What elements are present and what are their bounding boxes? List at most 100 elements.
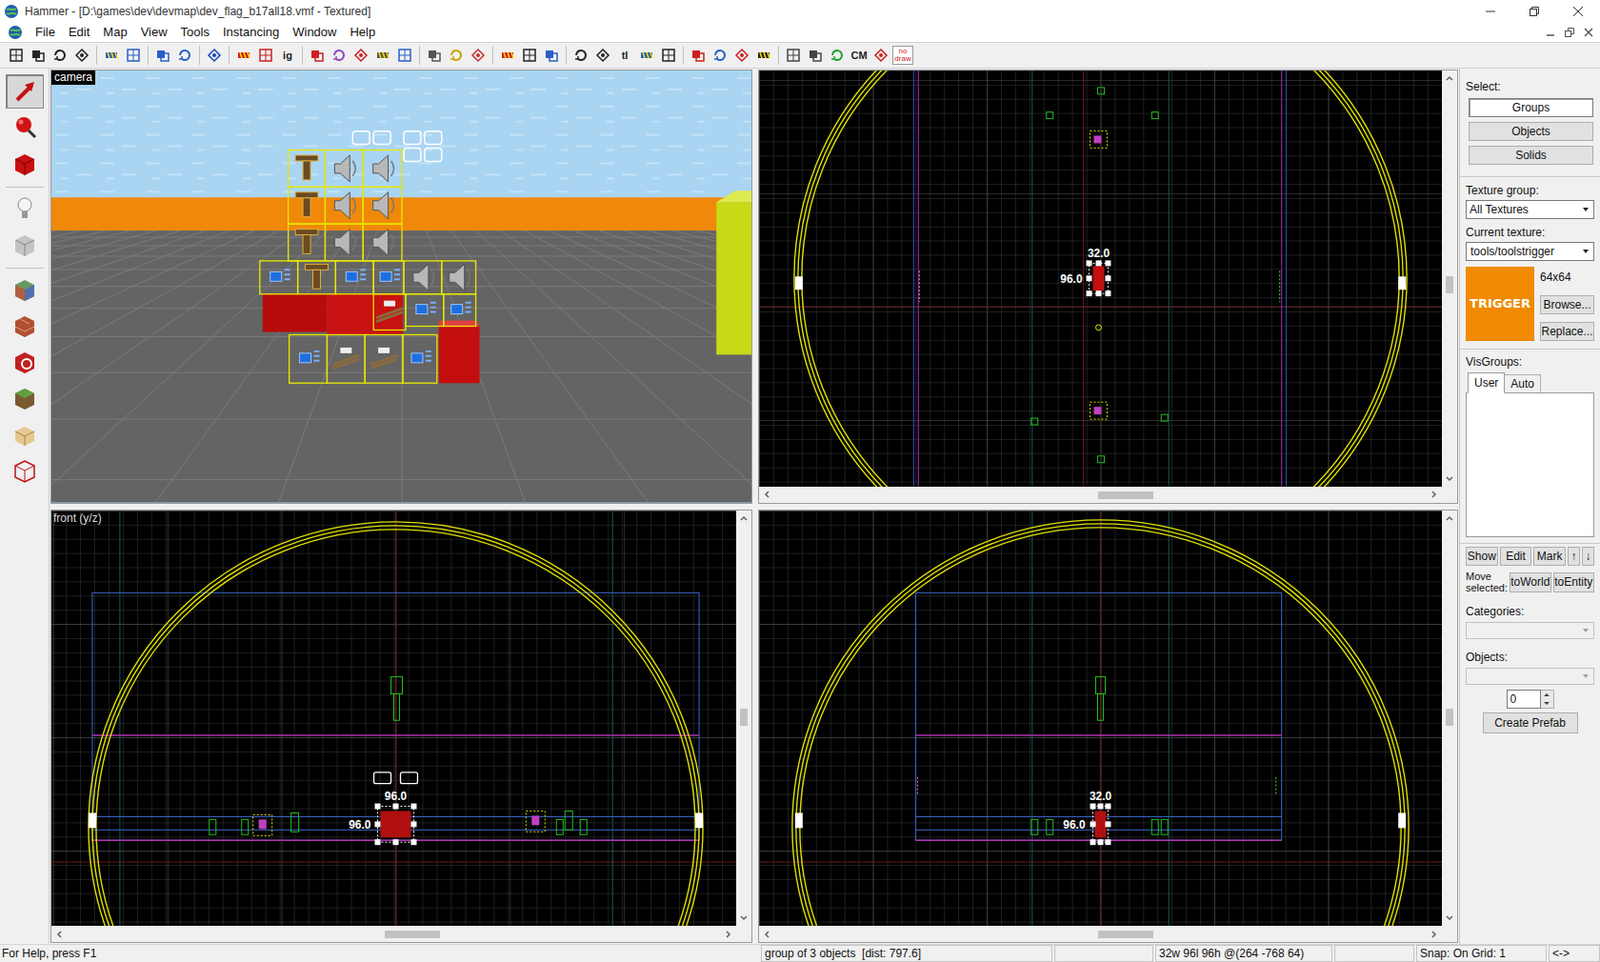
spinner[interactable] xyxy=(1540,689,1555,709)
vertical-scrollbar[interactable] xyxy=(1441,510,1458,927)
toolbar-button[interactable] xyxy=(372,44,394,66)
move-button[interactable]: toWorld xyxy=(1509,572,1552,593)
spin-up-icon[interactable] xyxy=(1540,690,1553,700)
toolbar-button[interactable]: CM xyxy=(848,44,870,66)
texture-group-dropdown[interactable]: All Textures xyxy=(1465,200,1595,220)
restore-button[interactable] xyxy=(1512,0,1557,22)
tool-button[interactable] xyxy=(5,110,44,145)
horizontal-scrollbar[interactable] xyxy=(759,486,1458,503)
move-button[interactable]: toEntity xyxy=(1553,572,1596,593)
scroll-up-icon[interactable] xyxy=(1441,70,1458,86)
toolbar-button[interactable] xyxy=(306,44,328,66)
toolbar-button[interactable] xyxy=(658,44,680,66)
tool-button[interactable] xyxy=(5,191,44,226)
camera-viewport[interactable]: camera xyxy=(50,69,753,504)
toolbar-button[interactable] xyxy=(687,44,709,66)
toolbar-button[interactable] xyxy=(731,44,753,66)
front-viewport[interactable]: 96.0 96.0 front (y/z) xyxy=(50,509,753,944)
scroll-left-icon[interactable] xyxy=(759,486,775,502)
select-mode-button[interactable]: Groups xyxy=(1468,98,1594,118)
select-mode-button[interactable]: Objects xyxy=(1468,121,1594,141)
toolbar-button[interactable] xyxy=(636,44,658,66)
toolbar-button[interactable] xyxy=(100,44,122,66)
tool-button[interactable] xyxy=(5,380,44,416)
side-viewport[interactable]: 32.0 96.0 xyxy=(758,509,1459,944)
visgroup-button[interactable]: Mark xyxy=(1533,546,1566,566)
toolbar-button[interactable] xyxy=(27,44,49,66)
scroll-thumb[interactable] xyxy=(1445,708,1454,726)
vertical-scrollbar[interactable] xyxy=(1441,70,1458,487)
toolbar-button[interactable] xyxy=(540,44,562,66)
browse-button[interactable]: Browse... xyxy=(1540,295,1595,315)
toolbar-button[interactable] xyxy=(350,44,372,66)
scroll-up-icon[interactable] xyxy=(1441,510,1458,526)
toolbar-button[interactable] xyxy=(71,44,93,66)
tool-button[interactable] xyxy=(5,74,44,109)
menu-item[interactable]: File xyxy=(28,22,62,41)
close-button[interactable] xyxy=(1556,0,1600,22)
toolbar-button[interactable] xyxy=(49,44,71,66)
scroll-thumb[interactable] xyxy=(1098,930,1154,939)
tool-button[interactable] xyxy=(5,272,44,307)
menu-item[interactable]: View xyxy=(134,22,175,41)
spin-down-icon[interactable] xyxy=(1540,699,1553,708)
toolbar-button[interactable] xyxy=(753,44,775,66)
tool-button[interactable] xyxy=(5,146,44,181)
scroll-right-icon[interactable] xyxy=(1426,926,1442,942)
scroll-up-icon[interactable] xyxy=(736,510,752,526)
scroll-right-icon[interactable] xyxy=(1426,486,1442,502)
toolbar-button[interactable] xyxy=(804,44,826,66)
tool-button[interactable] xyxy=(5,417,44,452)
toolbar-button[interactable] xyxy=(5,44,27,66)
toolbar-button[interactable] xyxy=(122,44,144,66)
toolbar-button[interactable] xyxy=(423,44,445,66)
menu-item[interactable]: Map xyxy=(96,22,134,41)
visgroup-button[interactable]: Show xyxy=(1465,546,1499,566)
toolbar-button[interactable] xyxy=(233,44,255,66)
visgroup-button[interactable]: ↑ xyxy=(1567,546,1580,566)
toolbar-button[interactable] xyxy=(870,44,892,66)
minimize-button[interactable] xyxy=(1468,0,1513,22)
top-viewport[interactable]: 32.0 96.0 xyxy=(758,69,1459,504)
toolbar-button[interactable]: no draw xyxy=(892,44,914,66)
scroll-left-icon[interactable] xyxy=(759,926,775,942)
vertical-scrollbar[interactable] xyxy=(736,510,752,927)
mdi-minimize-icon[interactable] xyxy=(1544,26,1557,39)
toolbar-button[interactable] xyxy=(497,44,519,66)
replace-button[interactable]: Replace... xyxy=(1540,321,1595,341)
visgroup-button[interactable]: Edit xyxy=(1500,546,1533,566)
menu-item[interactable]: Tools xyxy=(174,22,217,41)
scroll-right-icon[interactable] xyxy=(720,926,737,942)
toolbar-button[interactable] xyxy=(255,44,277,66)
visgroup-button[interactable]: ↓ xyxy=(1581,546,1595,566)
toolbar-button[interactable] xyxy=(592,44,614,66)
scroll-down-icon[interactable] xyxy=(1441,910,1458,926)
menu-item[interactable]: Window xyxy=(285,22,343,41)
tool-button[interactable] xyxy=(5,453,44,488)
scroll-thumb[interactable] xyxy=(1445,276,1454,294)
toolbar-button[interactable] xyxy=(152,44,174,66)
scroll-thumb[interactable] xyxy=(384,930,440,939)
mdi-restore-icon[interactable] xyxy=(1563,26,1576,39)
toolbar-button[interactable] xyxy=(519,44,540,66)
scroll-thumb[interactable] xyxy=(1098,491,1154,500)
toolbar-button[interactable] xyxy=(328,44,350,66)
toolbar-button[interactable] xyxy=(570,44,592,66)
toolbar-button[interactable] xyxy=(709,44,731,66)
toolbar-button[interactable] xyxy=(782,44,804,66)
horizontal-scrollbar[interactable] xyxy=(759,925,1458,942)
select-mode-button[interactable]: Solids xyxy=(1468,145,1594,165)
toolbar-button[interactable] xyxy=(445,44,467,66)
visgroup-list[interactable] xyxy=(1465,392,1595,538)
create-prefab-button[interactable]: Create Prefab xyxy=(1482,712,1579,734)
mdi-close-icon[interactable] xyxy=(1582,26,1595,39)
toolbar-button[interactable] xyxy=(826,44,848,66)
menu-item[interactable]: Help xyxy=(342,22,382,41)
toolbar-button[interactable] xyxy=(203,44,225,66)
visgroup-tab[interactable]: User xyxy=(1467,372,1505,394)
objects-dropdown[interactable] xyxy=(1465,667,1595,685)
visgroup-tab[interactable]: Auto xyxy=(1504,374,1541,394)
menu-item[interactable]: Edit xyxy=(61,22,97,41)
prefab-count-field[interactable] xyxy=(1506,689,1541,709)
tool-button[interactable] xyxy=(5,308,44,343)
